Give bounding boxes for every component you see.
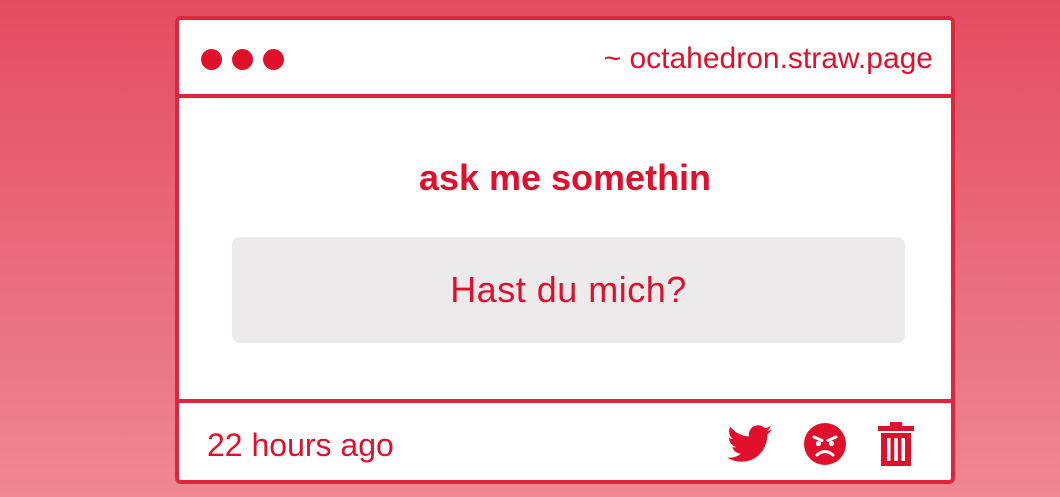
delete-button[interactable] [877,422,915,466]
window-dot-1 [201,49,222,70]
card-content: ask me somethin Hast du mich? [179,98,951,399]
action-bar [727,422,915,466]
question-text: Hast du mich? [450,269,687,310]
card-footer: 22 hours ago [179,399,951,480]
question-box: Hast du mich? [232,237,905,343]
page-title: ask me somethin [418,157,712,198]
window-titlebar: ~ octahedron.straw.page [179,20,951,98]
block-button[interactable] [803,422,847,466]
angry-face-icon [804,423,846,465]
trash-icon [878,422,914,466]
question-card: ~ octahedron.straw.page ask me somethin … [175,16,955,484]
timestamp: 22 hours ago [207,427,394,463]
page-url: ~ octahedron.straw.page [603,42,933,75]
twitter-icon [727,425,773,462]
window-dot-3 [263,49,284,70]
window-dot-2 [232,49,253,70]
share-twitter-button[interactable] [727,425,773,463]
window-dots [201,49,284,70]
